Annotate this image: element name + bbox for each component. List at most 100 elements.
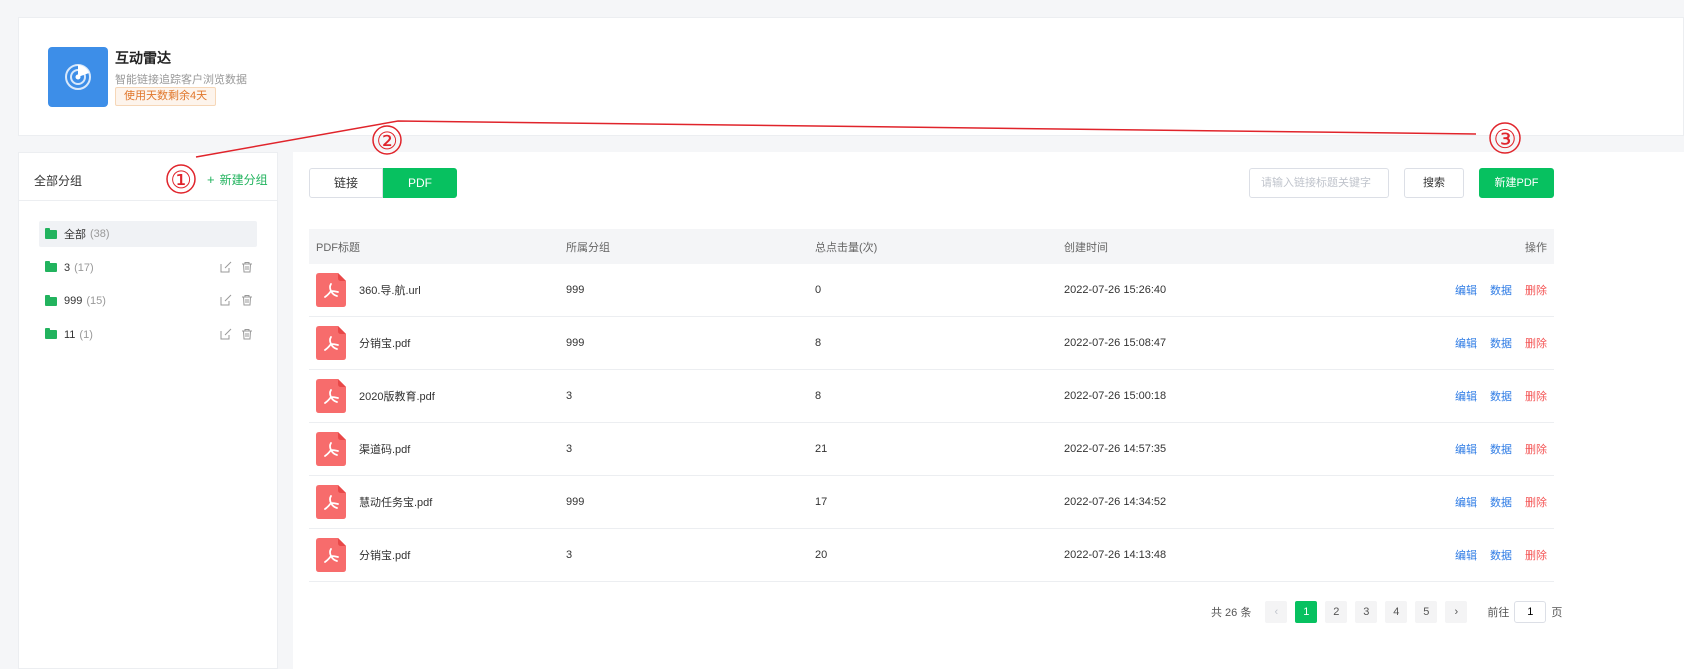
search-input[interactable] — [1249, 168, 1389, 198]
pdf-title-cell: 慧动任务宝.pdf — [316, 485, 432, 519]
row-actions: 编辑 数据 删除 — [1455, 441, 1547, 457]
search-button[interactable]: 搜索 — [1404, 168, 1464, 198]
table-row: 渠道码.pdf 3 21 2022-07-26 14:57:35 编辑 数据 删除 — [309, 423, 1554, 476]
col-header-created: 创建时间 — [1064, 241, 1108, 254]
group-count: (15) — [86, 295, 106, 307]
page-1[interactable]: 1 — [1295, 601, 1318, 623]
sidebar-header: 全部分组 + 新建分组 — [19, 153, 277, 201]
trash-icon[interactable] — [241, 328, 253, 340]
goto-page: 前往 页 — [1487, 601, 1562, 623]
goto-page-input[interactable] — [1514, 601, 1547, 623]
delete-link[interactable]: 删除 — [1525, 388, 1547, 404]
table-header: PDF标题 所属分组 总点击量(次) 创建时间 操作 — [309, 229, 1554, 264]
group-cell: 999 — [566, 337, 585, 349]
edit-link[interactable]: 编辑 — [1455, 335, 1477, 351]
edit-link[interactable]: 编辑 — [1455, 282, 1477, 298]
clicks-cell: 21 — [815, 443, 828, 455]
group-item-999[interactable]: 999 (15) — [39, 288, 257, 314]
folder-icon — [45, 261, 57, 272]
pdf-title[interactable]: 慧动任务宝.pdf — [359, 494, 432, 510]
clicks-cell: 8 — [815, 337, 822, 349]
edit-icon[interactable] — [220, 294, 232, 306]
next-page-icon[interactable]: › — [1445, 601, 1468, 623]
edit-link[interactable]: 编辑 — [1455, 388, 1477, 404]
pdf-title[interactable]: 渠道码.pdf — [359, 441, 410, 457]
page-2[interactable]: 2 — [1325, 601, 1348, 623]
col-header-actions: 操作 — [1525, 241, 1547, 254]
group-item-all[interactable]: 全部 (38) — [39, 221, 257, 247]
row-actions: 编辑 数据 删除 — [1455, 282, 1547, 298]
table-row: 慧动任务宝.pdf 999 17 2022-07-26 14:34:52 编辑 数据 删除 — [309, 476, 1554, 529]
goto-label: 前往 — [1487, 607, 1510, 619]
group-count: (1) — [79, 328, 93, 341]
delete-link[interactable]: 删除 — [1525, 547, 1547, 563]
data-link[interactable]: 数据 — [1490, 335, 1512, 351]
sidebar-title: 全部分组 — [34, 174, 83, 188]
data-link[interactable]: 数据 — [1490, 441, 1512, 457]
pdf-title[interactable]: 分销宝.pdf — [359, 335, 410, 351]
group-actions — [220, 328, 253, 340]
group-list: 全部 (38) 3 (17) 999 (15) 11 (1) — [39, 221, 257, 355]
pdf-title[interactable]: 2020版教育.pdf — [359, 388, 435, 404]
goto-suffix: 页 — [1551, 607, 1563, 619]
data-link[interactable]: 数据 — [1490, 547, 1512, 563]
prev-page-icon[interactable]: ‹ — [1265, 601, 1288, 623]
pdf-title[interactable]: 360.导.航.url — [359, 282, 421, 298]
trash-icon[interactable] — [241, 294, 253, 306]
data-link[interactable]: 数据 — [1490, 388, 1512, 404]
pdf-file-icon — [316, 538, 346, 572]
app-subtitle: 智能链接追踪客户浏览数据 — [115, 74, 247, 86]
page-5[interactable]: 5 — [1415, 601, 1438, 623]
app-title: 互动雷达 — [115, 50, 171, 66]
folder-icon — [45, 328, 57, 339]
created-cell: 2022-07-26 14:13:48 — [1064, 549, 1167, 561]
trash-icon[interactable] — [241, 261, 253, 273]
pdf-title-cell: 分销宝.pdf — [316, 326, 410, 360]
group-cell: 3 — [566, 549, 573, 561]
page-4[interactable]: 4 — [1385, 601, 1408, 623]
new-group-button[interactable]: + 新建分组 — [207, 171, 268, 188]
edit-icon[interactable] — [220, 261, 232, 273]
table-row: 360.导.航.url 999 0 2022-07-26 15:26:40 编辑 数据 删除 — [309, 264, 1554, 317]
folder-icon — [45, 227, 57, 239]
pdf-title[interactable]: 分销宝.pdf — [359, 547, 410, 563]
tab-link[interactable]: 链接 — [309, 168, 383, 198]
plus-icon: + — [207, 172, 215, 187]
delete-link[interactable]: 删除 — [1525, 494, 1547, 510]
trial-days-badge: 使用天数剩余4天 — [115, 87, 217, 106]
group-count: (38) — [90, 228, 110, 240]
pdf-file-icon — [316, 379, 346, 413]
pdf-title-cell: 分销宝.pdf — [316, 538, 410, 572]
delete-link[interactable]: 删除 — [1525, 282, 1547, 298]
edit-icon[interactable] — [220, 328, 232, 340]
group-cell: 3 — [566, 390, 573, 402]
edit-link[interactable]: 编辑 — [1455, 494, 1477, 510]
data-link[interactable]: 数据 — [1490, 494, 1512, 510]
clicks-cell: 8 — [815, 390, 822, 402]
group-item-11[interactable]: 11 (1) — [39, 322, 257, 348]
page-3[interactable]: 3 — [1355, 601, 1378, 623]
new-pdf-button[interactable]: 新建PDF — [1479, 168, 1554, 198]
radar-icon — [48, 47, 108, 107]
edit-link[interactable]: 编辑 — [1455, 547, 1477, 563]
group-name: 999 — [64, 295, 83, 307]
created-cell: 2022-07-26 14:34:52 — [1064, 496, 1167, 508]
group-item-3[interactable]: 3 (17) — [39, 255, 257, 281]
delete-link[interactable]: 删除 — [1525, 335, 1547, 351]
group-name: 全部 — [64, 229, 86, 241]
edit-link[interactable]: 编辑 — [1455, 441, 1477, 457]
created-cell: 2022-07-26 15:00:18 — [1064, 390, 1167, 402]
app-header-card: 互动雷达 智能链接追踪客户浏览数据 使用天数剩余4天 — [18, 17, 1684, 136]
data-link[interactable]: 数据 — [1490, 282, 1512, 298]
created-cell: 2022-07-26 15:26:40 — [1064, 284, 1167, 296]
tab-pdf[interactable]: PDF — [383, 168, 457, 198]
delete-link[interactable]: 删除 — [1525, 441, 1547, 457]
pdf-file-icon — [316, 273, 346, 307]
type-tabs: 链接 PDF — [309, 168, 457, 198]
group-count: (17) — [74, 261, 94, 274]
pdf-title-cell: 2020版教育.pdf — [316, 379, 435, 413]
group-name: 11 — [64, 328, 76, 341]
group-cell: 999 — [566, 496, 585, 508]
group-cell: 3 — [566, 443, 573, 455]
pagination-total: 共 26 条 — [1211, 607, 1252, 619]
